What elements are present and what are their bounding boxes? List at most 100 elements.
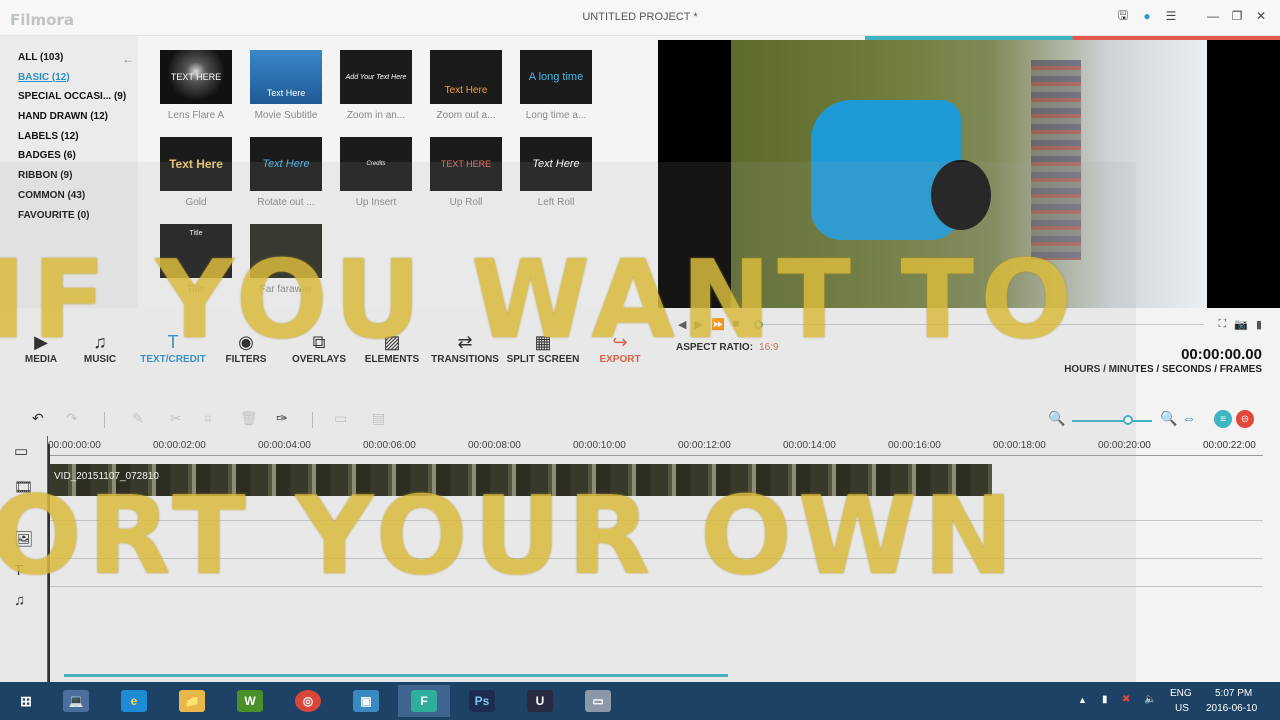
menu-icon[interactable]: ☰ <box>1164 9 1178 23</box>
window-controls: 🖫 ● ☰ — ❐ ✕ <box>1116 8 1268 24</box>
thumb-preview: Credits <box>340 137 412 191</box>
taskbar-explorer[interactable]: 📁 <box>166 685 218 717</box>
thumb-long-time[interactable]: A long time Long time a... <box>520 50 592 121</box>
redo-icon[interactable]: ↷ <box>66 410 78 427</box>
ruler-tick: 00:00:04:00 <box>258 440 311 451</box>
thumb-zoom-out[interactable]: Text Here Zoom out a... <box>430 50 502 121</box>
thumb-left-roll[interactable]: Text Here Left Roll <box>520 137 592 208</box>
category-ribbon[interactable]: RIBBON (9) <box>0 170 138 190</box>
thumb-zoom-in[interactable]: Add Your Text Here Zoom in an... <box>340 50 412 121</box>
crop-icon[interactable]: ⌗ <box>204 410 212 427</box>
thumb-caption: Zoom in an... <box>346 110 406 121</box>
fit-timeline-icon[interactable]: ⇔ <box>1182 410 1196 426</box>
back-arrow-icon[interactable]: ← <box>122 52 134 66</box>
ruler-tick: 00:00:20:00 <box>1098 440 1151 451</box>
windows-icon: ⊞ <box>20 692 32 709</box>
windows-taskbar: ⊞ 💻 e 📁 W ◎ ▣ F Ps U ▭ ▲ ▮ ✖ 🔈 ENG US 5:… <box>0 682 1280 720</box>
fullscreen-icon[interactable]: ⛶ <box>1219 318 1227 331</box>
preview-subject-head <box>931 160 991 230</box>
ruler-tick: 00:00:00:00 <box>48 440 101 451</box>
add-track-icon[interactable]: ≡ <box>1214 410 1232 428</box>
thumb-lens-flare[interactable]: TEXT HERE Lens Flare A <box>160 50 232 121</box>
thumb-caption: Movie Subtitle <box>254 110 318 121</box>
ruler-tick: 00:00:08:00 <box>468 440 521 451</box>
delete-icon[interactable]: 🗑 <box>240 410 258 427</box>
show-hidden-icons[interactable]: ▲ <box>1078 695 1087 705</box>
thumb-caption: Up Insert <box>355 197 397 208</box>
network-icon[interactable]: ✖ <box>1122 694 1130 705</box>
clock-time[interactable]: 5:07 PM <box>1215 688 1252 699</box>
volume-icon[interactable]: ▮ <box>1256 318 1262 331</box>
category-basic[interactable]: BASIC (12) <box>0 72 138 92</box>
category-common[interactable]: COMMON (43) <box>0 190 138 210</box>
taskbar-ultraiso[interactable]: U <box>514 685 566 717</box>
thumb-caption: Left Roll <box>537 197 575 208</box>
category-badges[interactable]: BADGES (6) <box>0 150 138 170</box>
thumb-up-insert[interactable]: Credits Up Insert <box>340 137 412 208</box>
taskbar-wondershare[interactable]: W <box>224 685 276 717</box>
color-picker-icon[interactable]: ✑ <box>276 410 288 427</box>
taskbar-computer[interactable]: 💻 <box>50 685 102 717</box>
zoom-slider[interactable] <box>1072 420 1152 422</box>
restore-button[interactable]: ❐ <box>1230 9 1244 23</box>
zoom-in-icon[interactable]: 🔍 <box>1160 410 1177 427</box>
save-icon[interactable]: 🖫 <box>1116 8 1130 23</box>
edit-icon[interactable]: ✎ <box>132 410 144 427</box>
record-icon[interactable]: ⊖ <box>1236 410 1254 428</box>
zoom-slider-knob[interactable] <box>1123 415 1133 425</box>
chrome-icon: ◎ <box>295 690 321 712</box>
minimize-button[interactable]: — <box>1206 9 1220 23</box>
thumb-preview: TEXT HERE <box>160 50 232 104</box>
photoshop-icon: Ps <box>469 690 495 712</box>
ultraiso-icon: U <box>527 690 553 712</box>
internet-explorer-icon: e <box>121 690 147 712</box>
close-button[interactable]: ✕ <box>1254 9 1268 23</box>
thumb-gold[interactable]: Text Here Gold <box>160 137 232 208</box>
preview-right-controls: ⛶ 📷 ▮ <box>1219 318 1262 331</box>
taskbar-ie[interactable]: e <box>108 685 160 717</box>
taskbar-control-panel[interactable]: ▣ <box>340 685 392 717</box>
time-ruler[interactable]: 00:00:00:00 00:00:02:00 00:00:04:00 00:0… <box>48 436 1263 456</box>
taskbar-photoshop[interactable]: Ps <box>456 685 508 717</box>
edit-toolbar: ↶ ↷ ✎ ✂ ⌗ 🗑 ✑ ▭ ▤ 🔍 🔍 ⇔ ≡ ⊖ <box>0 402 1280 436</box>
ruler-tick: 00:00:18:00 <box>993 440 1046 451</box>
speed-icon[interactable]: ▭ <box>334 410 347 427</box>
taskbar-screen-recorder[interactable]: ▭ <box>572 685 624 717</box>
timecode-units: HOURS / MINUTES / SECONDS / FRAMES <box>1064 364 1262 375</box>
project-title: UNTITLED PROJECT * <box>582 11 698 23</box>
category-all[interactable]: ALL (103) <box>0 52 138 72</box>
category-favourite[interactable]: FAVOURITE (0) <box>0 210 138 230</box>
category-labels[interactable]: LABELS (12) <box>0 131 138 151</box>
filmora-icon: F <box>411 690 437 712</box>
feedback-icon[interactable]: ● <box>1140 9 1154 23</box>
language-indicator[interactable]: ENG <box>1170 688 1192 699</box>
category-hand-drawn[interactable]: HAND DRAWN (12) <box>0 111 138 131</box>
snapshot-icon[interactable]: 📷 <box>1234 318 1248 331</box>
clock-date[interactable]: 2016-06-10 <box>1206 703 1257 714</box>
thumb-preview: Text Here <box>250 50 322 104</box>
timeline-settings-icon[interactable]: ▭ <box>14 442 28 460</box>
taskbar-filmora[interactable]: F <box>398 685 450 717</box>
start-button[interactable]: ⊞ <box>0 685 52 717</box>
ruler-tick: 00:00:14:00 <box>783 440 836 451</box>
thumb-up-roll[interactable]: TEXT HERE Up Roll <box>430 137 502 208</box>
undo-icon[interactable]: ↶ <box>32 410 44 427</box>
thumb-preview: A long time <box>520 50 592 104</box>
battery-icon[interactable]: ▮ <box>1102 694 1108 705</box>
zoom-out-icon[interactable]: 🔍 <box>1048 410 1065 427</box>
timeline-scrollbar[interactable] <box>64 674 728 677</box>
overlay-caption-line-2: ORT YOUR OWN <box>0 474 1020 599</box>
thumb-movie-subtitle[interactable]: Text Here Movie Subtitle <box>250 50 322 121</box>
taskbar-chrome[interactable]: ◎ <box>282 685 334 717</box>
volume-tray-icon[interactable]: 🔈 <box>1144 694 1156 705</box>
category-special-occasion[interactable]: SPECIAL OCCASI... (9) <box>0 91 138 111</box>
thumb-rotate-out[interactable]: Text Here Rotate out ... <box>250 137 322 208</box>
audio-mixer-icon[interactable]: ▤ <box>372 410 385 427</box>
ruler-tick: 00:00:02:00 <box>153 440 206 451</box>
thumb-preview: Text Here <box>250 137 322 191</box>
thumb-preview: Text Here <box>430 50 502 104</box>
region-indicator[interactable]: US <box>1175 703 1189 714</box>
thumb-caption: Lens Flare A <box>167 110 225 121</box>
thumb-caption: Zoom out a... <box>436 110 496 121</box>
split-icon[interactable]: ✂ <box>170 410 182 427</box>
